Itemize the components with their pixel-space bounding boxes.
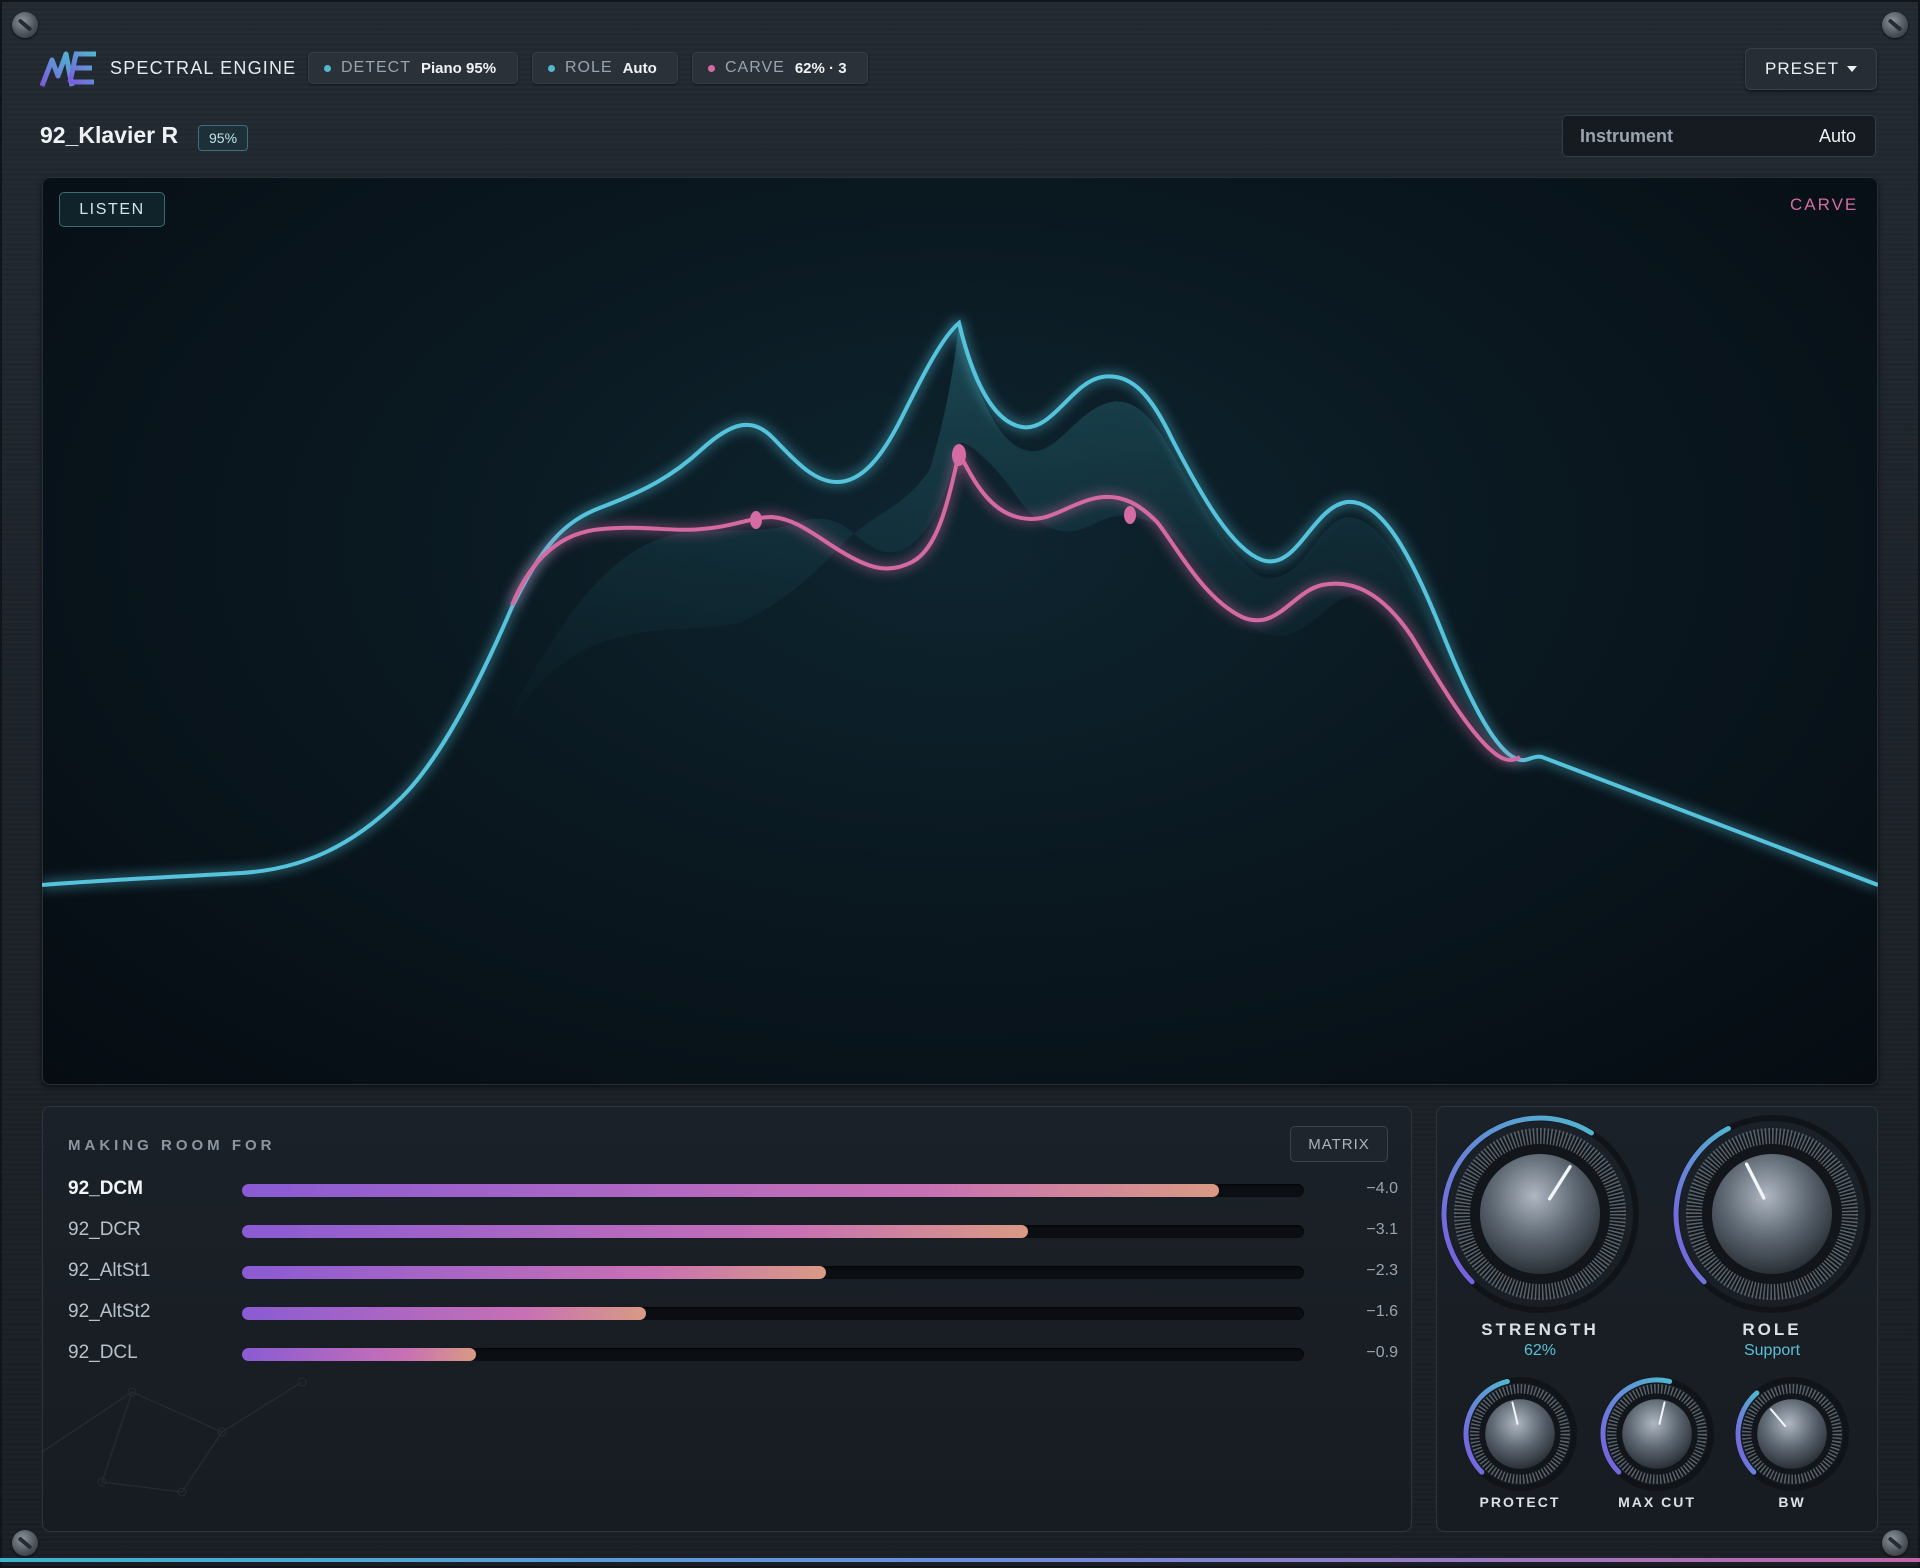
- carve-node-handle[interactable]: [1124, 506, 1136, 524]
- bw-knob[interactable]: [1734, 1376, 1850, 1492]
- track-label: 92_DCR: [68, 1219, 141, 1240]
- making-room-title: MAKING ROOM FOR: [68, 1137, 276, 1154]
- reduction-db-value: −2.3: [1366, 1262, 1398, 1279]
- track-name: 92_Klavier R: [40, 122, 179, 148]
- making-room-row[interactable]: 92_AltSt2 −1.6: [68, 1299, 1398, 1329]
- detect-value: Piano 95%: [421, 59, 497, 77]
- instrument-select[interactable]: Instrument Auto: [1562, 115, 1876, 157]
- protect-knob[interactable]: [1462, 1376, 1578, 1492]
- reduction-meter: [242, 1348, 1304, 1361]
- carve-legend-label: CARVE: [1790, 195, 1859, 214]
- instrument-value: Auto: [1818, 125, 1856, 146]
- matrix-button[interactable]: MATRIX: [1290, 1126, 1388, 1162]
- spectrum-display[interactable]: [42, 177, 1878, 1085]
- making-room-row[interactable]: 92_AltSt1 −2.3: [68, 1258, 1398, 1288]
- confidence-badge: 95%: [198, 125, 249, 151]
- app-name: SPECTRAL ENGINE: [110, 57, 297, 78]
- reduction-meter-fill: [242, 1266, 827, 1279]
- bw-label: BW: [1778, 1494, 1806, 1510]
- decorative-network-icon: [42, 1377, 307, 1497]
- carve-node-handle[interactable]: [952, 444, 966, 466]
- reduction-meter: [242, 1307, 1304, 1320]
- role-value: Support: [1743, 1342, 1801, 1359]
- app-logo: SPECTRAL ENGINE: [40, 46, 296, 90]
- corner-screw-icon: [12, 1530, 38, 1556]
- reduction-meter: [242, 1184, 1304, 1197]
- corner-screw-icon: [1882, 1530, 1908, 1556]
- spectrum-graph: [42, 319, 1878, 887]
- preset-label: PRESET: [1764, 59, 1840, 78]
- instrument-label: Instrument: [1580, 125, 1674, 146]
- track-label: 92_AltSt1: [68, 1260, 151, 1281]
- carve-chip[interactable]: CARVE 62% · 3: [692, 52, 868, 84]
- carve-label: CARVE: [725, 59, 785, 76]
- making-room-panel: MAKING ROOM FOR MATRIX 92_DCM −4.0 92_DCR −…: [42, 1106, 1412, 1532]
- role-status-dot-icon: [548, 64, 555, 72]
- detect-label: DETECT: [341, 59, 411, 76]
- logo-icon: [40, 51, 96, 87]
- detect-status-dot-icon: [324, 64, 331, 72]
- role-knob[interactable]: [1672, 1114, 1872, 1314]
- strength-knob[interactable]: [1440, 1114, 1640, 1314]
- reduction-meter-fill: [242, 1225, 1028, 1238]
- corner-screw-icon: [12, 12, 38, 38]
- carve-area: [512, 323, 1517, 771]
- role-label: ROLE: [565, 59, 613, 76]
- footer-accent-line: [0, 1558, 1920, 1562]
- role-value: Auto: [622, 59, 657, 77]
- making-room-row[interactable]: 92_DCL −0.9: [68, 1340, 1398, 1370]
- making-room-row[interactable]: 92_DCM −4.0: [68, 1176, 1398, 1206]
- reduction-meter: [242, 1225, 1304, 1238]
- reduction-meter-fill: [242, 1348, 476, 1361]
- track-label: 92_DCM: [68, 1178, 143, 1199]
- detect-chip[interactable]: DETECT Piano 95%: [308, 52, 518, 84]
- reduction-meter-fill: [242, 1184, 1220, 1197]
- carve-status-dot-icon: [708, 64, 715, 72]
- reduction-meter-fill: [242, 1307, 646, 1320]
- track-label: 92_AltSt2: [68, 1301, 151, 1322]
- max-cut-knob[interactable]: [1599, 1376, 1715, 1492]
- role-label: ROLE: [1742, 1320, 1802, 1339]
- strength-value: 62%: [1523, 1342, 1557, 1359]
- listen-button[interactable]: LISTEN: [59, 192, 165, 227]
- strength-label: STRENGTH: [1481, 1320, 1599, 1339]
- role-chip[interactable]: ROLE Auto: [532, 52, 678, 84]
- knobs-panel: STRENGTH 62% ROLE Support PROTECT MAX CUT BW: [1436, 1106, 1878, 1532]
- chevron-down-icon: [1847, 66, 1858, 72]
- corner-screw-icon: [1882, 12, 1908, 38]
- carve-value: 62% · 3: [794, 59, 847, 77]
- making-room-row[interactable]: 92_DCR −3.1: [68, 1217, 1398, 1247]
- reduction-meter: [242, 1266, 1304, 1279]
- reduction-db-value: −3.1: [1366, 1221, 1398, 1238]
- reduction-db-value: −4.0: [1366, 1180, 1398, 1197]
- track-label: 92_DCL: [68, 1342, 138, 1363]
- carve-node-handle[interactable]: [750, 511, 762, 529]
- reduction-db-value: −1.6: [1366, 1303, 1398, 1320]
- reduction-db-value: −0.9: [1366, 1344, 1398, 1361]
- preset-button[interactable]: PRESET: [1745, 48, 1877, 90]
